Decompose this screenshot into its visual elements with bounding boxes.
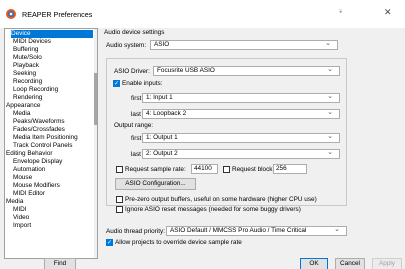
apply-button[interactable]: Apply (372, 258, 402, 269)
sample-rate-input[interactable]: 44100 (191, 164, 218, 174)
tree-item-mute-solo[interactable]: Mute/Solo (13, 54, 42, 62)
output-first-label: first (131, 135, 142, 142)
tree-category-appearance[interactable]: Appearance (6, 102, 40, 110)
chevron-down-icon: ⌄ (334, 226, 340, 233)
thread-priority-select[interactable]: ASIO Default / MMCSS Pro Audio / Time Cr… (166, 226, 347, 236)
thread-priority-value: ASIO Default / MMCSS Pro Audio / Time Cr… (170, 227, 307, 234)
tree-category-editing-behavior[interactable]: Editing Behavior (6, 150, 53, 158)
tree-item-track-control-panels[interactable]: Track Control Panels (13, 142, 72, 150)
tree-item-recording[interactable]: Recording (13, 78, 42, 86)
chevron-down-icon: ⌄ (327, 149, 333, 156)
ignore-reset-checkbox[interactable] (116, 206, 123, 213)
thread-priority-label: Audio thread priority: (106, 228, 165, 235)
enable-inputs-checkbox[interactable]: ✓ (113, 80, 120, 87)
block-size-input[interactable]: 256 (273, 164, 307, 174)
preferences-tree[interactable]: Device MIDI Devices Buffering Mute/Solo … (4, 28, 98, 259)
chevron-down-icon: ⌄ (327, 93, 333, 100)
tree-item-automation[interactable]: Automation (13, 166, 45, 174)
asio-driver-label: ASIO Driver: (114, 68, 150, 75)
section-title: Audio device settings (104, 29, 165, 36)
tree-item-midi[interactable]: MIDI (13, 206, 27, 214)
tree-category-media[interactable]: Media (6, 198, 23, 206)
asio-driver-value: Focusrite USB ASIO (157, 67, 215, 74)
input-last-select[interactable]: 4: Loopback 2 ⌄ (142, 109, 340, 119)
allow-override-checkbox[interactable]: ✓ (106, 239, 113, 246)
ok-button[interactable]: OK (300, 258, 328, 269)
allow-override-label: Allow projects to override device sample… (115, 239, 242, 246)
chevron-down-icon: ⌄ (327, 109, 333, 116)
output-first-select[interactable]: 1: Output 1 ⌄ (142, 133, 340, 143)
tree-item-playback[interactable]: Playback (13, 62, 39, 70)
tree-item-media-item-positioning[interactable]: Media Item Positioning (13, 134, 78, 142)
request-sample-rate-label: Request sample rate: (125, 166, 186, 173)
prezero-label: Pre-zero output buffers, useful on some … (125, 196, 317, 203)
chevron-down-icon: ⌄ (325, 40, 331, 47)
input-first-value: 1: Input 1 (146, 94, 173, 101)
tree-item-midi-editor[interactable]: MIDI Editor (13, 190, 45, 198)
tree-item-seeking[interactable]: Seeking (13, 70, 36, 78)
tree-item-buffering[interactable]: Buffering (13, 46, 38, 54)
input-first-select[interactable]: 1: Input 1 ⌄ (142, 93, 340, 103)
pin-icon[interactable]: ⍣ (338, 6, 343, 17)
input-last-label: last (131, 111, 141, 118)
tree-item-fades-crossfades[interactable]: Fades/Crossfades (13, 126, 65, 134)
ignore-reset-label: Ignore ASIO reset messages (needed for s… (125, 206, 301, 213)
enable-inputs-label: Enable inputs: (122, 80, 163, 87)
title-bar: REAPER Preferences ⍣ ✕ (0, 0, 405, 28)
tree-item-import[interactable]: Import (13, 222, 31, 230)
tree-item-mouse-modifiers[interactable]: Mouse Modifiers (13, 182, 60, 190)
window-title: REAPER Preferences (22, 10, 93, 19)
input-first-label: first (131, 95, 142, 102)
output-range-label: Output range: (114, 122, 154, 129)
chevron-down-icon: ⌄ (327, 133, 333, 140)
request-sample-rate-checkbox[interactable] (116, 166, 123, 173)
reaper-logo-icon (6, 9, 16, 19)
asio-configuration-button[interactable]: ASIO Configuration... (115, 178, 196, 190)
chevron-down-icon: ⌄ (327, 66, 333, 73)
tree-item-envelope-display[interactable]: Envelope Display (13, 158, 62, 166)
tree-scrollbar[interactable] (94, 29, 97, 258)
tree-item-device[interactable]: Device (11, 30, 93, 38)
tree-item-video[interactable]: Video (13, 214, 29, 222)
request-block-size-checkbox[interactable] (223, 166, 230, 173)
output-last-label: last (131, 151, 141, 158)
input-last-value: 4: Loopback 2 (146, 110, 187, 117)
prezero-checkbox[interactable] (116, 196, 123, 203)
output-first-value: 1: Output 1 (146, 134, 178, 141)
tree-item-mouse[interactable]: Mouse (13, 174, 32, 182)
tree-item-media[interactable]: Media (13, 110, 30, 118)
audio-system-select[interactable]: ASIO ⌄ (150, 40, 338, 50)
output-last-value: 2: Output 2 (146, 150, 178, 157)
find-button[interactable]: Find (44, 258, 76, 269)
tree-item-loop-recording[interactable]: Loop Recording (13, 86, 58, 94)
tree-item-peaks-waveforms[interactable]: Peaks/Waveforms (13, 118, 65, 126)
asio-driver-select[interactable]: Focusrite USB ASIO ⌄ (153, 66, 340, 76)
cancel-button[interactable]: Cancel (335, 258, 365, 269)
tree-scrollbar-thumb[interactable] (94, 73, 97, 125)
audio-system-value: ASIO (154, 41, 170, 48)
audio-system-label: Audio system: (106, 42, 147, 49)
tree-item-midi-devices[interactable]: MIDI Devices (13, 38, 51, 46)
tree-item-rendering[interactable]: Rendering (13, 94, 43, 102)
output-last-select[interactable]: 2: Output 2 ⌄ (142, 149, 340, 159)
close-icon[interactable]: ✕ (384, 7, 392, 18)
